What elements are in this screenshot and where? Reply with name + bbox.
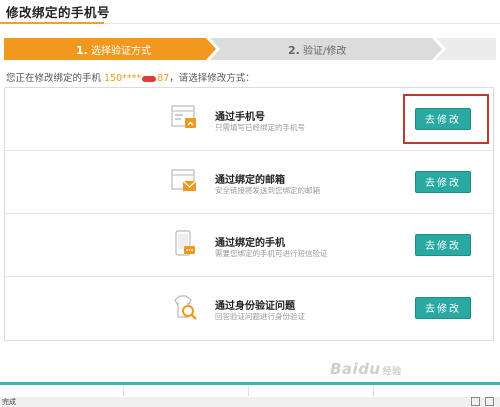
title-accent-bar — [0, 22, 104, 24]
redaction-mark — [142, 75, 157, 82]
option-identity-question: 通过身份验证问题 回答验证问题进行身份验证 去修改 — [5, 277, 493, 339]
modify-button[interactable]: 去修改 — [415, 297, 471, 319]
option-description: 安全链接将发送到您绑定的邮箱 — [215, 186, 320, 195]
step-2: 2. 验证/修改 — [210, 38, 442, 60]
option-description: 只需填写已经绑定的手机号 — [215, 123, 305, 132]
device-icon[interactable] — [471, 397, 480, 406]
step-1-number: 1. — [76, 44, 88, 57]
modify-button[interactable]: 去修改 — [415, 234, 471, 256]
step-3-placeholder — [436, 38, 496, 60]
option-title: 通过手机号 — [215, 112, 265, 123]
window-icon[interactable] — [485, 397, 494, 406]
mobile-sms-icon — [175, 230, 195, 256]
step-1-label: 选择验证方式 — [91, 46, 152, 57]
option-description: 需要您绑定的手机可进行短信验证 — [215, 249, 328, 258]
option-email: 通过绑定的邮箱 安全链接将发送到您绑定的邮箱 去修改 — [5, 151, 493, 214]
option-description: 回答验证问题进行身份验证 — [215, 312, 305, 321]
step-2-label: 验证/修改 — [303, 46, 347, 57]
option-phone-number: 通过手机号 只需填写已经绑定的手机号 去修改 — [5, 88, 493, 151]
intro-text: 您正在修改绑定的手机 150**** 87，请选择修改方式： — [6, 73, 255, 84]
option-title: 通过身份验证问题 — [215, 301, 295, 312]
page-title: 修改绑定的手机号 — [6, 5, 111, 20]
mail-icon — [171, 169, 197, 191]
modify-button[interactable]: 去修改 — [415, 108, 471, 130]
step-1: 1. 选择验证方式 — [4, 38, 216, 60]
browser-status-bar: 完成 — [0, 397, 500, 407]
option-title: 通过绑定的手机 — [215, 238, 285, 249]
step-progress: 1. 选择验证方式 2. 验证/修改 — [4, 38, 496, 60]
phone-form-icon — [171, 105, 196, 128]
identity-search-icon — [174, 295, 197, 320]
baidu-watermark: Baidu 经验 — [330, 360, 402, 378]
masked-phone: 150**** 87 — [104, 73, 170, 84]
modify-button[interactable]: 去修改 — [415, 171, 471, 193]
option-mobile: 通过绑定的手机 需要您绑定的手机可进行短信验证 去修改 — [5, 214, 493, 277]
status-text: 完成 — [2, 398, 16, 406]
verification-options: 通过手机号 只需填写已经绑定的手机号 去修改 通过绑定的邮箱 安全链接将发送到您… — [4, 87, 494, 341]
option-title: 通过绑定的邮箱 — [215, 175, 285, 186]
step-2-number: 2. — [288, 44, 300, 57]
